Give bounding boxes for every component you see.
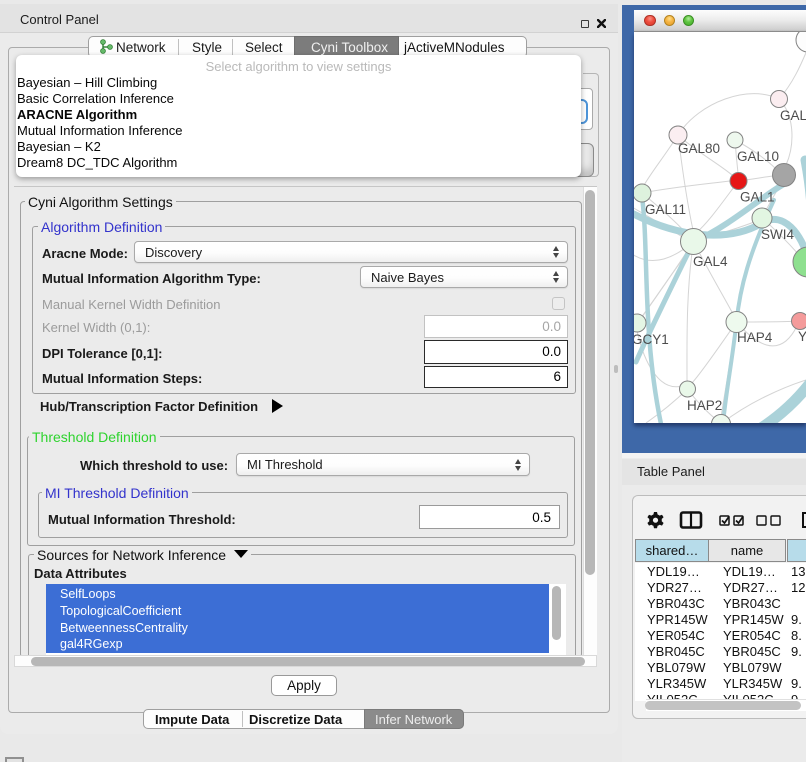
svg-text:GAL11: GAL11 [645,202,686,217]
svg-text:GAL10: GAL10 [737,149,779,164]
svg-text:HAP2: HAP2 [687,398,722,413]
svg-text:GAL7: GAL7 [780,108,806,123]
svg-text:GAL4: GAL4 [693,254,728,269]
svg-text:GCY1: GCY1 [634,332,669,347]
svg-text:SWI4: SWI4 [761,227,794,242]
svg-text:YM: YM [798,329,806,344]
svg-text:GAL80: GAL80 [678,141,720,156]
svg-text:HAP4: HAP4 [737,330,773,345]
svg-text:GAL1: GAL1 [740,190,775,205]
